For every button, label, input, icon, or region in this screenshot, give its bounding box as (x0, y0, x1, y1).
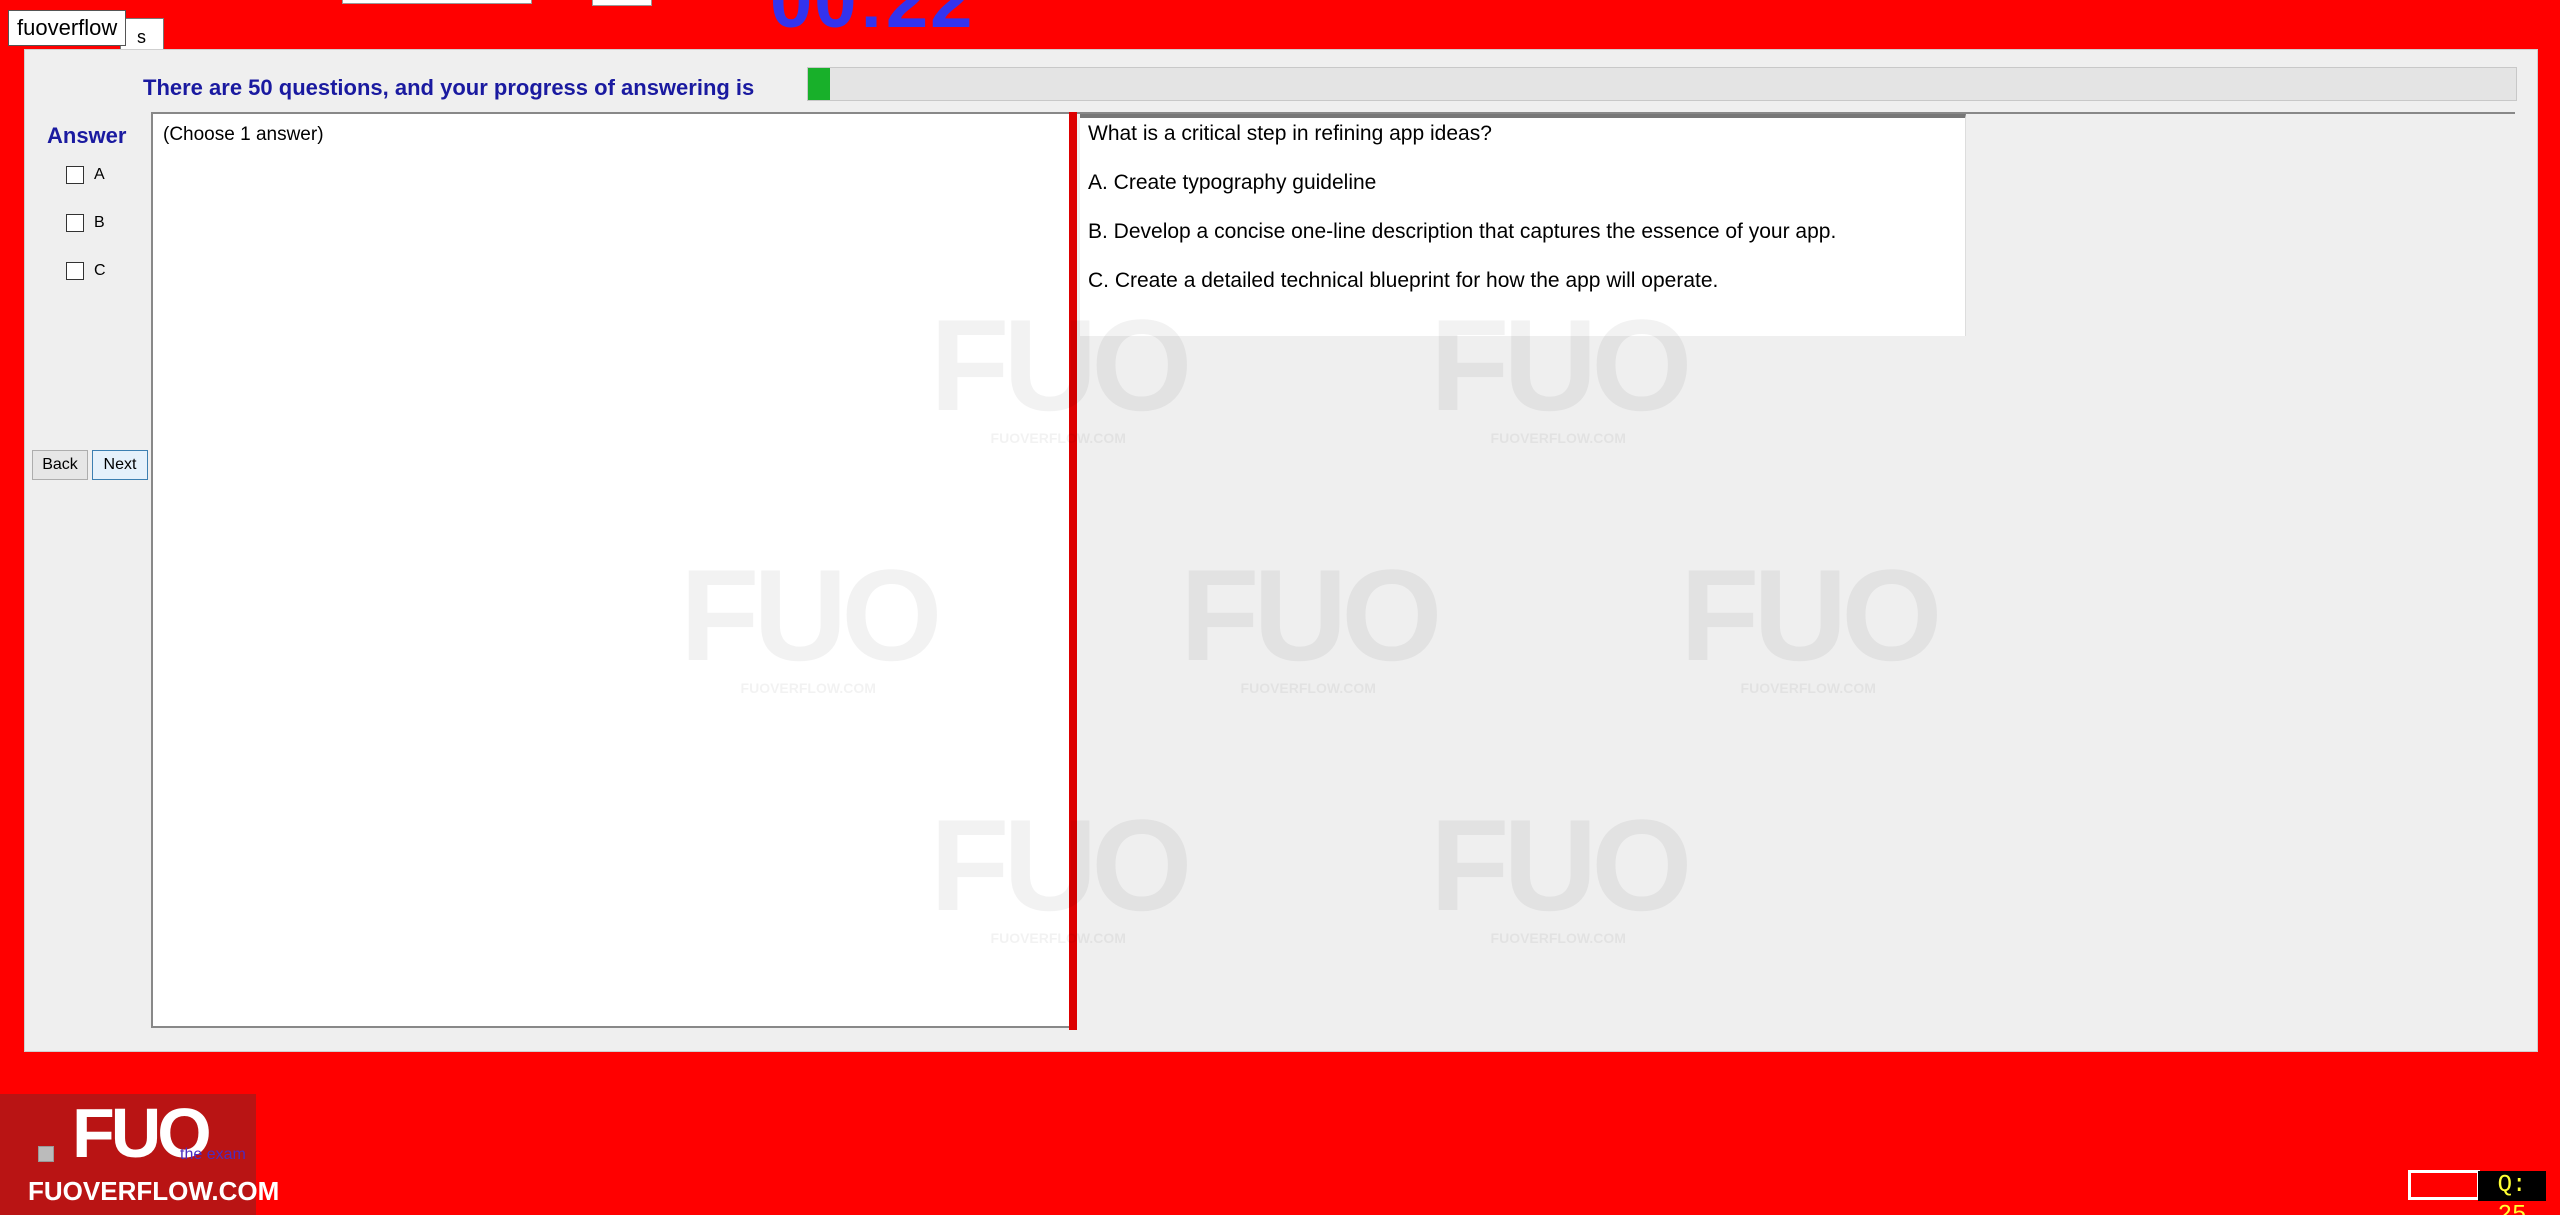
answer-option-c[interactable]: C (66, 262, 106, 280)
question-number-badge: Q: 25 (2478, 1171, 2546, 1215)
answer-option-a[interactable]: A (66, 166, 105, 184)
answer-option-b[interactable]: B (66, 214, 105, 232)
progress-label: There are 50 questions, and your progres… (143, 75, 755, 100)
answer-title: Answer (47, 123, 127, 148)
answer-option-label: C (94, 262, 106, 279)
question-panel: What is a critical step in refining app … (1077, 112, 2515, 1028)
question-box: What is a critical step in refining app … (1080, 114, 1966, 336)
top-tab[interactable]: s (120, 18, 164, 50)
finish-exam-link[interactable]: the exam (180, 1146, 246, 1164)
checkbox-c[interactable] (66, 262, 84, 280)
checkbox-a[interactable] (66, 166, 84, 184)
choice-a: A. Create typography guideline (1088, 171, 1377, 194)
top-small-box[interactable] (592, 0, 652, 6)
back-button[interactable]: Back (32, 450, 88, 480)
question-input-frame (2408, 1170, 2480, 1200)
panel-splitter[interactable] (1069, 112, 1077, 1030)
progress-bar-fill (808, 68, 831, 100)
choice-b: B. Develop a concise one-line descriptio… (1088, 220, 1837, 243)
progress-bar (807, 67, 2517, 101)
next-button[interactable]: Next (92, 450, 148, 480)
fuoverflow-tag: fuoverflow (8, 10, 127, 46)
top-input-field[interactable] (342, 0, 532, 4)
answer-input-panel[interactable]: (Choose 1 answer) (151, 112, 1069, 1028)
checkbox-b[interactable] (66, 214, 84, 232)
logo-text: FUOVERFLOW.COM (28, 1176, 280, 1206)
answer-option-label: A (94, 166, 105, 183)
exam-timer: 00:22 (770, 0, 975, 44)
finish-checkbox[interactable] (38, 1146, 54, 1162)
choose-hint: (Choose 1 answer) (163, 124, 324, 145)
answer-option-label: B (94, 214, 105, 231)
question-text: What is a critical step in refining app … (1088, 122, 1492, 145)
choice-c: C. Create a detailed technical blueprint… (1088, 269, 1719, 292)
